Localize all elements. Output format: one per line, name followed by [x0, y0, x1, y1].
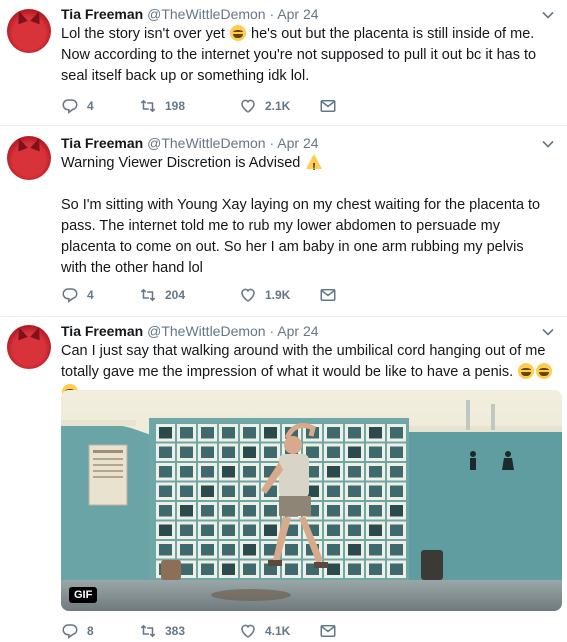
- message-icon: [320, 625, 336, 637]
- retweet-count: 204: [165, 288, 186, 302]
- like-icon: [241, 624, 255, 638]
- retweet-count: 198: [165, 99, 186, 113]
- like-icon: [241, 99, 255, 113]
- like-count: 1.9K: [265, 288, 291, 302]
- retweet-button[interactable]: 198: [139, 97, 239, 115]
- tweet-text: Warning Viewer Discretion is Advised ! S…: [61, 153, 551, 279]
- avatar[interactable]: [7, 325, 51, 369]
- reply-button[interactable]: 4: [61, 286, 139, 304]
- retweet-icon: [140, 288, 156, 302]
- tweet-text-part: So I'm sitting with Young Xay laying on …: [61, 197, 541, 276]
- message-icon: [320, 289, 336, 301]
- tweet-actions: 4 198 2.1K: [61, 97, 397, 115]
- timestamp[interactable]: Apr 24: [277, 135, 318, 151]
- reply-button[interactable]: 4: [61, 97, 139, 115]
- tweet-text-part: Can I just say that walking around with …: [61, 343, 546, 380]
- reply-count: 4: [87, 99, 94, 113]
- reply-count: 4: [87, 288, 94, 302]
- author-name[interactable]: Tia Freeman: [61, 135, 143, 151]
- reply-icon: [62, 624, 78, 639]
- tweet-text-part: Lol the story isn't over yet: [61, 26, 225, 42]
- author-handle[interactable]: @TheWittleDemon: [147, 6, 265, 22]
- chevron-down-icon[interactable]: [541, 137, 555, 151]
- tweet-header: Tia Freeman @TheWittleDemon · Apr 24: [61, 5, 319, 23]
- gif-media[interactable]: GIF: [61, 390, 562, 611]
- warning-emoji: !: [306, 154, 323, 173]
- retweet-icon: [140, 624, 156, 638]
- author-handle[interactable]: @TheWittleDemon: [147, 135, 265, 151]
- tweet-text-part: Warning Viewer Discretion is Advised: [61, 155, 301, 171]
- gif-badge: GIF: [69, 587, 98, 603]
- tweet[interactable]: Tia Freeman @TheWittleDemon · Apr 24 Lol…: [0, 0, 567, 126]
- separator-dot: ·: [269, 323, 275, 339]
- retweet-count: 383: [165, 624, 186, 638]
- reply-button[interactable]: 8: [61, 622, 139, 640]
- tweet-header: Tia Freeman @TheWittleDemon · Apr 24: [61, 134, 319, 152]
- author-name[interactable]: Tia Freeman: [61, 323, 143, 339]
- joy-emoji: [536, 363, 553, 379]
- like-count: 2.1K: [265, 99, 291, 113]
- reply-count: 8: [87, 624, 94, 638]
- reply-icon: [62, 99, 78, 114]
- tweet-actions: 8 383 4.1K: [61, 622, 397, 640]
- separator-dot: ·: [269, 135, 275, 151]
- tweet[interactable]: Tia Freeman @TheWittleDemon · Apr 24 Can…: [0, 317, 567, 642]
- retweet-icon: [140, 99, 156, 113]
- tweet-actions: 4 204 1.9K: [61, 286, 397, 304]
- tweet-header: Tia Freeman @TheWittleDemon · Apr 24: [61, 322, 319, 340]
- like-count: 4.1K: [265, 624, 291, 638]
- retweet-button[interactable]: 383: [139, 622, 239, 640]
- author-handle[interactable]: @TheWittleDemon: [147, 323, 265, 339]
- chevron-down-icon[interactable]: [541, 8, 555, 22]
- reply-icon: [62, 288, 78, 303]
- retweet-button[interactable]: 204: [139, 286, 239, 304]
- tweet[interactable]: Tia Freeman @TheWittleDemon · Apr 24 War…: [0, 126, 567, 317]
- chevron-down-icon[interactable]: [541, 325, 555, 339]
- message-button[interactable]: [319, 97, 397, 115]
- tweet-text: Lol the story isn't over yet he's out bu…: [61, 24, 551, 87]
- joy-emoji: [518, 363, 535, 379]
- timestamp[interactable]: Apr 24: [277, 6, 318, 22]
- message-button[interactable]: [319, 286, 397, 304]
- gif-frame: [61, 390, 562, 611]
- like-button[interactable]: 4.1K: [239, 622, 319, 640]
- avatar[interactable]: [7, 9, 51, 53]
- separator-dot: ·: [269, 6, 275, 22]
- message-button[interactable]: [319, 622, 397, 640]
- message-icon: [320, 100, 336, 112]
- avatar[interactable]: [7, 136, 51, 180]
- timestamp[interactable]: Apr 24: [277, 323, 318, 339]
- author-name[interactable]: Tia Freeman: [61, 6, 143, 22]
- like-button[interactable]: 1.9K: [239, 286, 319, 304]
- joy-emoji: [230, 25, 246, 41]
- like-button[interactable]: 2.1K: [239, 97, 319, 115]
- like-icon: [241, 288, 255, 302]
